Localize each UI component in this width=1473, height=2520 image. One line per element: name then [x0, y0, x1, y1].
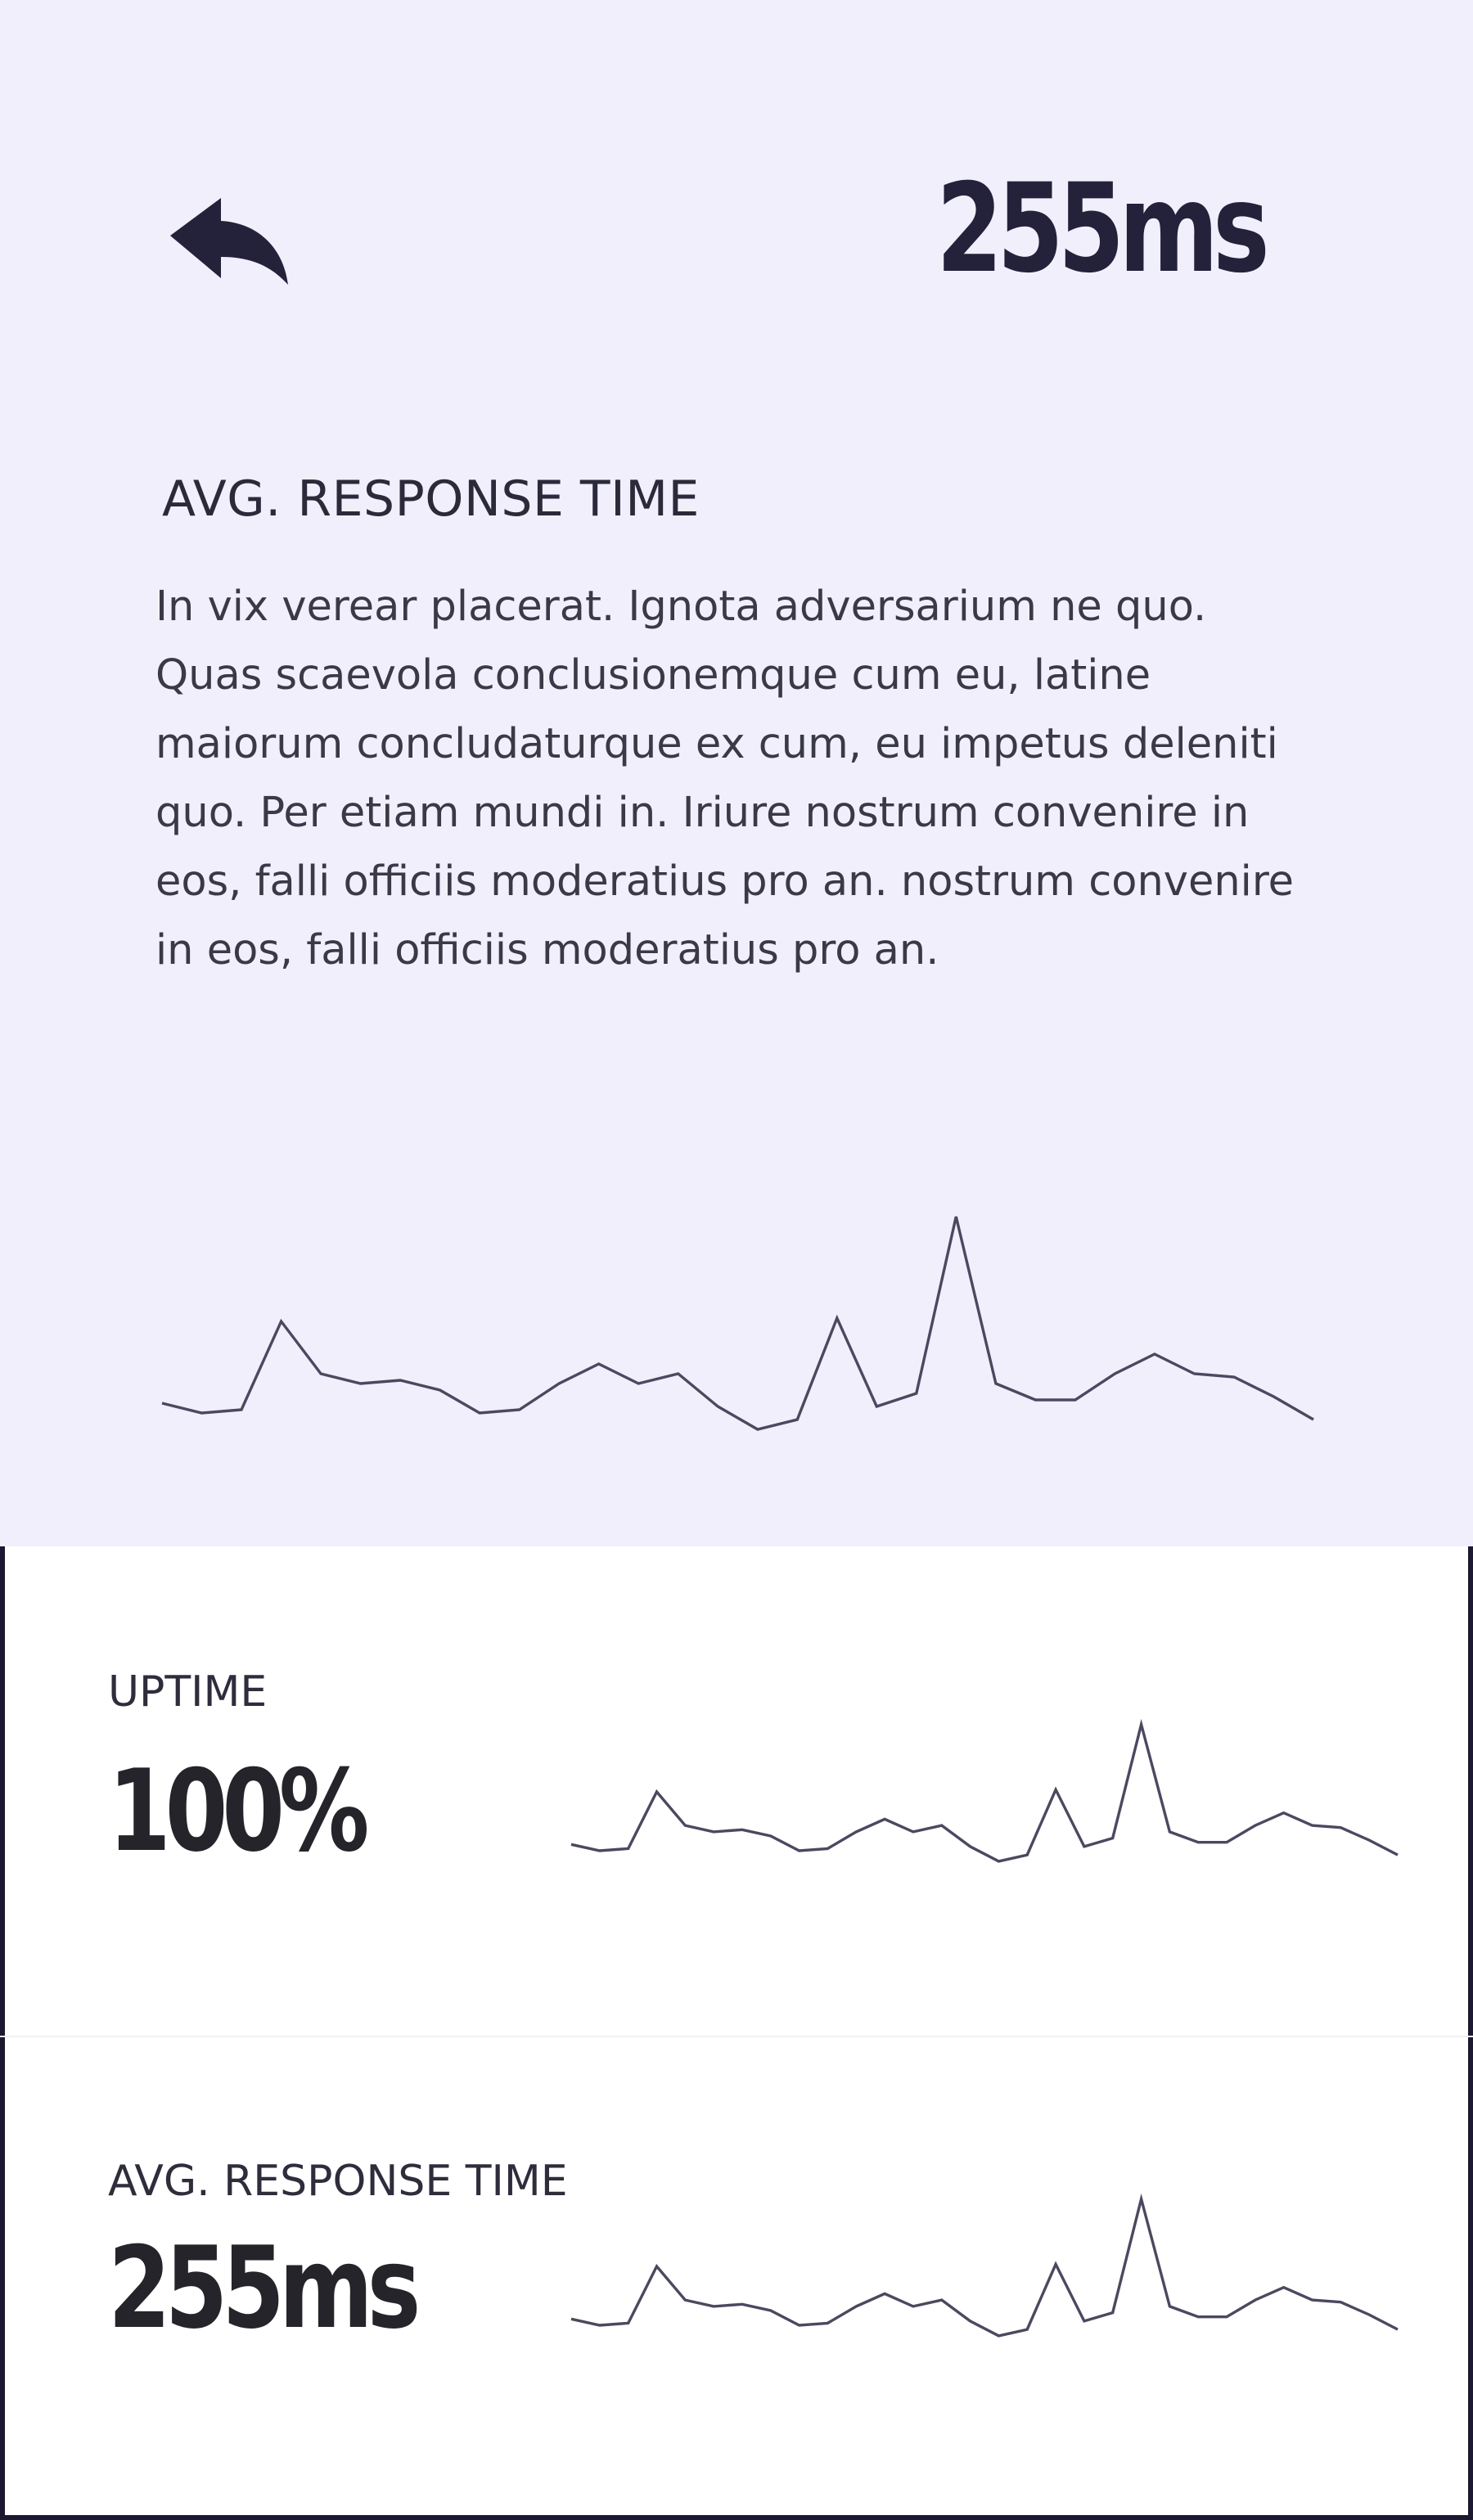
detail-description: In vix verear placerat. Ignota adversari…: [155, 583, 1295, 974]
response-time-sparkline: [570, 2193, 1399, 2338]
metric-row-uptime[interactable]: UPTIME 100%: [0, 1546, 1473, 2037]
uptime-sparkline: [570, 1718, 1399, 1863]
header-value: 255ms: [936, 158, 1270, 300]
uptime-sparkline-line: [570, 1718, 1399, 1863]
detail-panel: 255ms AVG. RESPONSE TIME In vix verear p…: [0, 0, 1473, 1546]
hero-sparkline: [161, 1216, 1314, 1431]
detail-title: AVG. RESPONSE TIME: [162, 470, 700, 528]
response-time-sparkline-line: [570, 2193, 1399, 2338]
metric-row-response-time[interactable]: AVG. RESPONSE TIME 255ms: [0, 2029, 1473, 2520]
hero-sparkline-line: [161, 1216, 1314, 1431]
back-button[interactable]: [164, 188, 295, 303]
reply-arrow-icon: [170, 198, 288, 285]
